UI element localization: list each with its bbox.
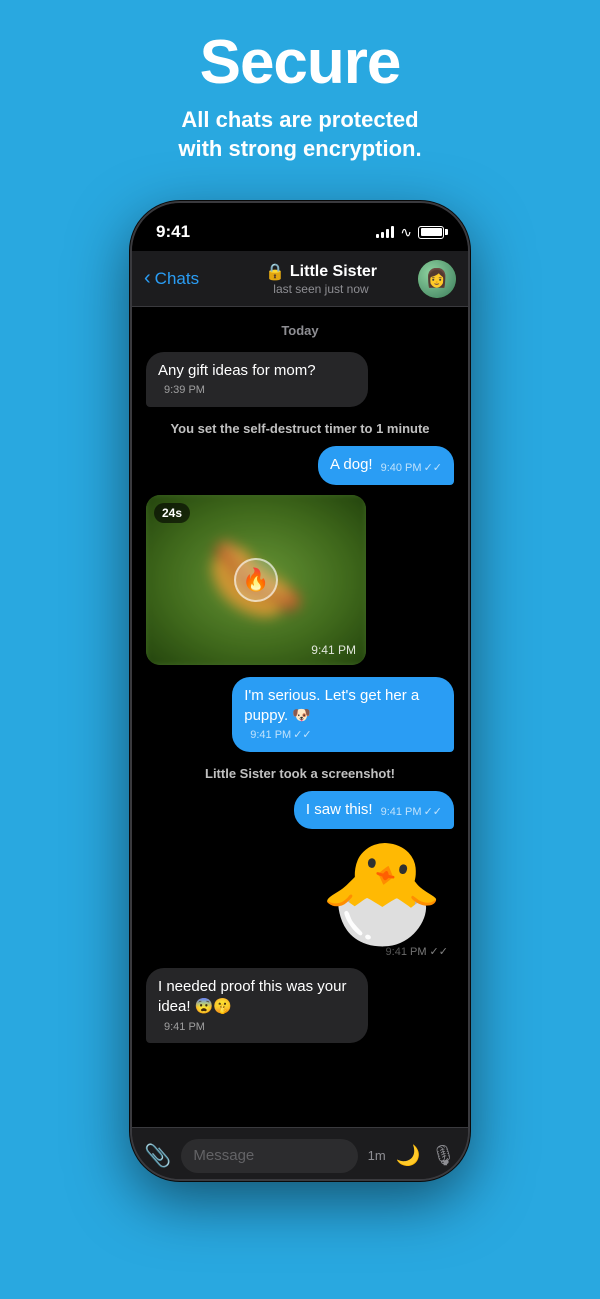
msg-content: I'm serious. Let's get her a puppy. 🐶 9:… <box>244 686 442 743</box>
status-time: 9:41 <box>156 222 190 242</box>
message-row: I'm serious. Let's get her a puppy. 🐶 9:… <box>146 677 454 752</box>
outgoing-bubble: I'm serious. Let's get her a puppy. 🐶 9:… <box>232 677 454 752</box>
outgoing-bubble: I saw this! 9:41 PM ✓✓ <box>294 791 454 829</box>
incoming-bubble: Any gift ideas for mom? 9:39 PM <box>146 352 368 407</box>
msg-text: I'm serious. Let's get her a puppy. 🐶 <box>244 686 442 727</box>
status-bar: 9:41 ∿ <box>132 203 468 251</box>
timer-badge: 1m <box>368 1148 386 1163</box>
chat-header: ‹ Chats 🔒 Little Sister last seen just n… <box>132 251 468 307</box>
attach-button[interactable]: 📎 <box>144 1143 171 1169</box>
outgoing-bubble: A dog! 9:40 PM ✓✓ <box>318 446 454 484</box>
input-bar: 📎 Message 1m 🌙 🎙 <box>132 1127 468 1181</box>
input-placeholder: Message <box>193 1147 254 1164</box>
message-row: I needed proof this was your idea! 😨🤫 9:… <box>146 968 454 1043</box>
wifi-icon: ∿ <box>400 224 412 241</box>
check-marks: ✓✓ <box>424 805 442 820</box>
incoming-bubble: I needed proof this was your idea! 😨🤫 9:… <box>146 968 368 1043</box>
hero-subtitle: All chats are protectedwith strong encry… <box>20 106 580 163</box>
msg-time: 9:41 PM <box>381 805 422 820</box>
msg-content: I needed proof this was your idea! 😨🤫 9:… <box>158 977 356 1034</box>
sticker-row: 🐣 9:41 PM ✓✓ <box>146 843 454 958</box>
media-bubble-wrapper: 🌭 🔥 24s 9:41 PM <box>146 495 366 667</box>
moon-icon[interactable]: 🌙 <box>396 1143 421 1168</box>
message-input[interactable]: Message <box>181 1139 357 1173</box>
system-message: You set the self-destruct timer to 1 min… <box>146 421 454 436</box>
msg-content: I saw this! 9:41 PM ✓✓ <box>306 800 442 820</box>
signal-icon <box>376 226 394 238</box>
msg-text: I saw this! <box>306 800 373 820</box>
msg-text: I needed proof this was your idea! 😨🤫 <box>158 977 356 1018</box>
status-icons: ∿ <box>376 224 444 241</box>
phone-wrapper: 9:41 ∿ ‹ Chats <box>130 201 470 1181</box>
check-marks: ✓✓ <box>293 728 311 743</box>
check-marks: ✓✓ <box>424 461 442 476</box>
msg-time: 9:39 PM <box>164 383 205 398</box>
media-bubble[interactable]: 🌭 🔥 24s 9:41 PM <box>146 495 366 665</box>
back-label: Chats <box>155 269 199 289</box>
flame-button[interactable]: 🔥 <box>234 558 278 602</box>
header-center: 🔒 Little Sister last seen just now <box>224 262 418 296</box>
last-seen: last seen just now <box>224 282 418 296</box>
date-divider: Today <box>146 323 454 338</box>
msg-text: A dog! <box>330 455 373 475</box>
mic-icon[interactable]: 🎙 <box>431 1143 456 1168</box>
phone-frame: 9:41 ∿ ‹ Chats <box>130 201 470 1181</box>
msg-text: Any gift ideas for mom? <box>158 361 316 381</box>
contact-name[interactable]: 🔒 Little Sister <box>224 262 418 282</box>
msg-content: Any gift ideas for mom? 9:39 PM <box>158 361 356 398</box>
message-row: Any gift ideas for mom? 9:39 PM <box>146 352 454 407</box>
media-timer: 24s <box>154 503 190 523</box>
chat-body: Today Any gift ideas for mom? 9:39 PM Yo… <box>132 307 468 1127</box>
avatar[interactable]: 👩 <box>418 260 456 298</box>
hero-section: Secure All chats are protectedwith stron… <box>0 0 600 183</box>
media-message-row: 🌭 🔥 24s 9:41 PM <box>146 495 454 667</box>
system-message: Little Sister took a screenshot! <box>146 766 454 781</box>
avatar-image: 👩 <box>418 260 456 298</box>
msg-content: A dog! 9:40 PM ✓✓ <box>330 455 442 475</box>
msg-time: 9:40 PM <box>381 461 422 476</box>
msg-time: 9:41 PM <box>250 728 291 743</box>
message-row: I saw this! 9:41 PM ✓✓ <box>146 791 454 829</box>
sticker-wrapper: 🐣 9:41 PM ✓✓ <box>319 843 454 958</box>
back-button[interactable]: ‹ Chats <box>144 267 224 290</box>
message-row: A dog! 9:40 PM ✓✓ <box>146 446 454 484</box>
back-chevron-icon: ‹ <box>144 267 151 290</box>
sticker: 🐣 <box>319 843 444 943</box>
msg-time: 9:41 PM <box>164 1020 205 1035</box>
media-time: 9:41 PM <box>311 643 356 657</box>
hero-title: Secure <box>20 32 580 94</box>
battery-icon <box>418 226 444 239</box>
lock-icon: 🔒 <box>265 262 285 282</box>
